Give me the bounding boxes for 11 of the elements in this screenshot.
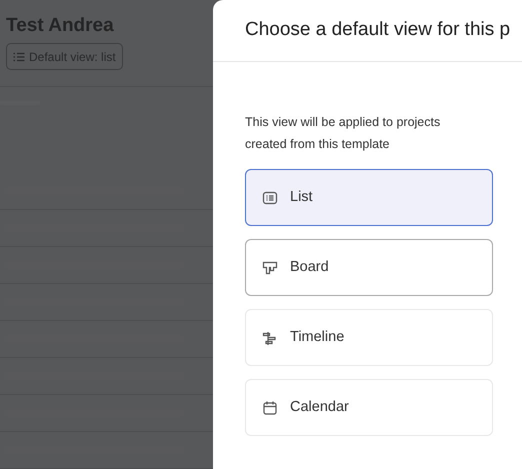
view-option[interactable]: Calendar: [245, 379, 493, 436]
list-icon: [262, 190, 278, 206]
dialog-description: This view will be applied to projects created from this template: [245, 114, 442, 153]
timeline-icon: [262, 330, 278, 346]
calendar-icon: [262, 400, 278, 416]
dialog-title: Choose a default view for this p: [245, 18, 510, 42]
view-option[interactable]: Timeline: [245, 309, 493, 366]
list-icon: [13, 52, 25, 62]
view-option[interactable]: List: [245, 169, 493, 226]
board-icon: [262, 260, 278, 276]
view-option[interactable]: Board: [245, 239, 493, 296]
